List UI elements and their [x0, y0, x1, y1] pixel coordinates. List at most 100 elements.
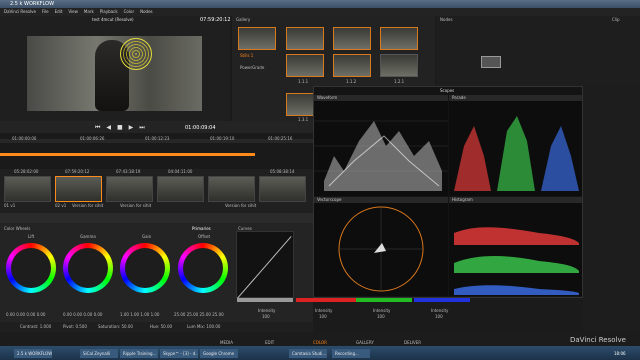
- saturation-value[interactable]: Saturation: 50.00: [98, 324, 133, 329]
- still-label: 1.1.1: [298, 79, 309, 84]
- clip-thumbnail[interactable]: [106, 176, 153, 202]
- node-01[interactable]: [481, 56, 501, 68]
- wheel-label-gain: Gain: [142, 234, 152, 239]
- intensity-label: Intensity: [315, 308, 333, 313]
- offset-values: 25.00 25.00 25.00 25.00: [174, 312, 224, 317]
- wheel-label-lift: Lift: [28, 234, 35, 239]
- viewer-timecode: 07:59:20:12: [200, 17, 231, 23]
- intensity-slider-green[interactable]: [356, 298, 412, 302]
- version-label: Version for sihit: [120, 203, 152, 208]
- menu-playback[interactable]: Playback: [100, 8, 118, 16]
- gallery-stills[interactable]: Stills 1: [240, 53, 253, 58]
- lum-mix-value[interactable]: Lum Mix: 100.00: [187, 324, 220, 329]
- system-clock: 18:06: [614, 351, 626, 356]
- ruler-tick: 01:00:19:10: [210, 136, 235, 141]
- transport-timecode: 01:00:09:04: [185, 125, 216, 131]
- window-title-bar: 2.5 k WORKFLOW: [0, 0, 640, 8]
- transport-bar: [0, 121, 313, 133]
- taskbar-item[interactable]: SiCal Zeynalli: [80, 349, 118, 358]
- nodes-panel: [436, 16, 604, 96]
- hue-value[interactable]: Hue: 50.00: [150, 324, 172, 329]
- ruler-tick: 01:00:00:00: [12, 136, 37, 141]
- timeline-track-bar[interactable]: [0, 153, 255, 156]
- menu-view[interactable]: View: [68, 8, 78, 16]
- gallery-powergrade[interactable]: PowerGrade: [240, 65, 264, 70]
- gain-wheel[interactable]: [120, 243, 170, 293]
- gallery-thumb[interactable]: [333, 27, 371, 50]
- intensity-slider-blue[interactable]: [414, 298, 470, 302]
- clip-thumbnail[interactable]: [208, 176, 255, 202]
- curves-graph[interactable]: [236, 231, 294, 299]
- transport-controls[interactable]: ⏮◀■▶⏭: [95, 124, 151, 132]
- gallery-still[interactable]: [333, 54, 371, 77]
- intensity-slider-luma[interactable]: [237, 298, 293, 302]
- parade-scope: [449, 101, 582, 196]
- tab-color[interactable]: COLOR: [313, 340, 327, 345]
- primaries-tab[interactable]: Primaries: [192, 226, 211, 231]
- version-label: Version for sihit: [72, 203, 104, 208]
- clip-thumbnail[interactable]: [4, 176, 51, 202]
- menu-bar: DaVinci Resolve File Edit View Mark Play…: [0, 8, 640, 16]
- wheel-label-gamma: Gamma: [80, 234, 96, 239]
- version-label: Version for sihit: [225, 203, 257, 208]
- menu-file[interactable]: File: [42, 8, 49, 16]
- menu-mark[interactable]: Mark: [84, 8, 94, 16]
- wheel-label-offset: Offset: [198, 234, 211, 239]
- taskbar-item[interactable]: Camtasia Studi...: [289, 349, 327, 358]
- gallery-title: Gallery: [236, 17, 251, 22]
- histogram-scope: [449, 203, 582, 296]
- intensity-slider-red[interactable]: [296, 298, 356, 302]
- intensity-value: 100: [377, 314, 385, 319]
- waveform-scope: [314, 101, 448, 196]
- gallery-still[interactable]: [380, 54, 418, 77]
- clip-timecode: 05:28:02:00: [14, 169, 39, 174]
- contrast-value[interactable]: Contrast: 1.000: [20, 324, 51, 329]
- color-wheels-title: Color Wheels: [4, 226, 31, 231]
- scopes-title: Scopes: [440, 88, 455, 93]
- taskbar-item[interactable]: Ripple Training...: [120, 349, 158, 358]
- clip-label: 01 v1: [4, 203, 16, 208]
- clip-thumbnail[interactable]: [259, 176, 306, 202]
- clip-thumbnail[interactable]: [157, 176, 204, 202]
- gamma-values: 0.00 0.00 0.00 0.00: [63, 312, 103, 317]
- clip-panel: [596, 16, 640, 96]
- intensity-value: 100: [262, 314, 270, 319]
- menu-color[interactable]: Color: [124, 8, 134, 16]
- menu-nodes[interactable]: Nodes: [140, 8, 153, 16]
- gallery-thumb[interactable]: [286, 27, 324, 50]
- taskbar-item[interactable]: 2.5 k WORKFLOW: [14, 349, 52, 358]
- nodes-title: Nodes: [440, 17, 453, 22]
- curve-line[interactable]: [237, 236, 292, 299]
- menu-edit[interactable]: Edit: [55, 8, 63, 16]
- gain-values: 1.00 1.00 1.00 1.00: [120, 312, 160, 317]
- clip-thumbnail-selected[interactable]: [55, 176, 102, 202]
- ruler-tick: 01:00:12:23: [145, 136, 170, 141]
- taskbar-item[interactable]: Recording...: [332, 349, 370, 358]
- davinci-brand: DaVinci Resolve: [570, 336, 626, 344]
- ruler-tick: 01:00:06:26: [80, 136, 105, 141]
- ruler-tick: 01:00:25:16: [268, 136, 293, 141]
- tab-media[interactable]: MEDIA: [220, 340, 233, 345]
- gamma-wheel[interactable]: [63, 243, 113, 293]
- intensity-label: Intensity: [431, 308, 449, 313]
- gallery-thumb[interactable]: [380, 27, 418, 50]
- still-label: 1.1.2: [346, 79, 357, 84]
- intensity-value: 100: [435, 314, 443, 319]
- tab-gallery[interactable]: GALLERY: [356, 340, 374, 345]
- taskbar-item[interactable]: Google Chrome: [200, 349, 238, 358]
- tab-deliver[interactable]: DELIVER: [404, 340, 421, 345]
- offset-wheel[interactable]: [178, 243, 228, 293]
- clip-timecode: 07:59:20:12: [65, 169, 90, 174]
- tracking-window[interactable]: [120, 38, 152, 70]
- gallery-still[interactable]: [286, 54, 324, 77]
- clip-timecode: 07:43:18:19: [116, 169, 141, 174]
- menu-davinci[interactable]: DaVinci Resolve: [4, 8, 36, 16]
- taskbar-item[interactable]: Skype™ - [3] - d...: [160, 349, 198, 358]
- intensity-label: Intensity: [373, 308, 391, 313]
- vectorscope-scope: [314, 203, 448, 296]
- tab-edit[interactable]: EDIT: [265, 340, 274, 345]
- clip-label: 02 v1: [55, 203, 67, 208]
- gallery-thumb[interactable]: [238, 27, 276, 50]
- lift-wheel[interactable]: [6, 243, 56, 293]
- pivot-value[interactable]: Pivot: 0.500: [63, 324, 87, 329]
